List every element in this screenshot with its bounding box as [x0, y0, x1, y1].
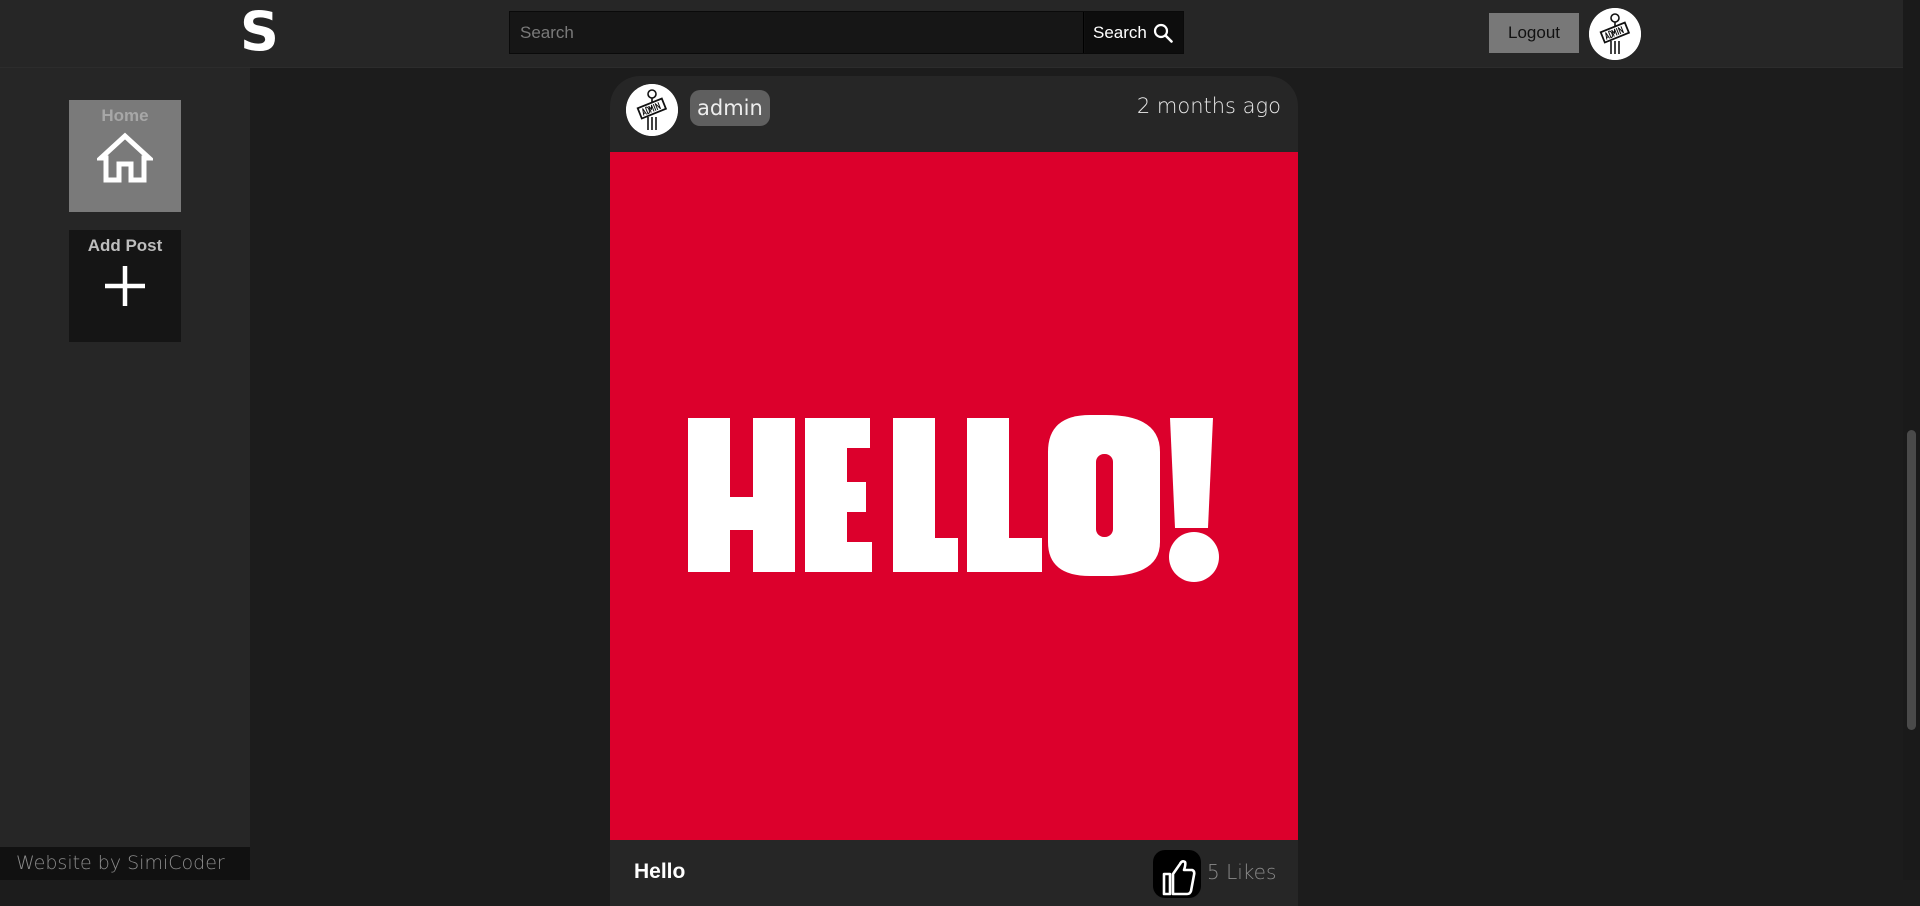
post-author-avatar[interactable]	[626, 84, 678, 136]
post-card: admin 2 months ago Hello 5 Likes	[610, 76, 1298, 906]
plus-icon	[105, 266, 145, 306]
top-header: S Search Logout	[0, 0, 1920, 68]
site-logo[interactable]: S	[240, 4, 279, 60]
admin-sign-avatar-icon	[626, 84, 678, 136]
search-icon	[1153, 23, 1173, 43]
sidebar-item-label: Home	[101, 106, 149, 125]
hello-logo-image	[688, 415, 1219, 582]
search-bar: Search	[509, 11, 1184, 54]
sidebar: Home Add Post	[0, 68, 250, 880]
search-input[interactable]	[510, 12, 1084, 53]
thumbs-up-icon	[1162, 860, 1196, 896]
footer-credit: Website by SimiCoder	[0, 847, 250, 880]
scrollbar-thumb[interactable]	[1907, 430, 1916, 730]
like-button[interactable]	[1153, 850, 1201, 898]
search-button[interactable]: Search	[1085, 12, 1183, 53]
sidebar-item-add-post[interactable]: Add Post	[69, 230, 181, 342]
post-author-name[interactable]: admin	[690, 90, 770, 126]
home-icon	[97, 132, 153, 183]
search-button-label: Search	[1093, 22, 1147, 42]
logout-button[interactable]: Logout	[1489, 13, 1579, 53]
post-title: Hello	[634, 860, 686, 883]
post-timestamp: 2 months ago	[1136, 94, 1281, 118]
user-avatar[interactable]	[1589, 8, 1641, 60]
likes-count: 5 Likes	[1207, 860, 1277, 884]
sidebar-item-label: Add Post	[87, 236, 163, 255]
sidebar-item-home[interactable]: Home	[69, 100, 181, 212]
admin-sign-avatar-icon	[1589, 8, 1641, 60]
post-image	[610, 152, 1298, 840]
